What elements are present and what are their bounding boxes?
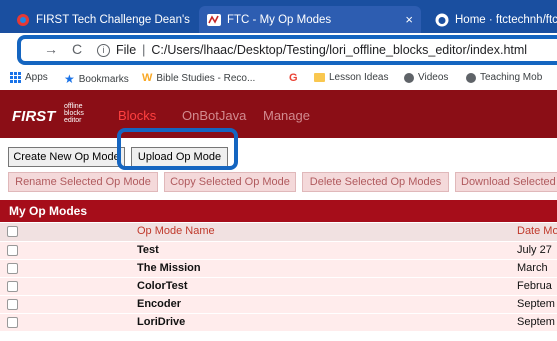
op-mode-name[interactable]: Test <box>137 244 159 256</box>
bookmark-label: Lesson Ideas <box>329 72 389 83</box>
logo-subtitle-line: blocks <box>64 110 84 117</box>
bookmark-label: Bookmarks <box>78 73 129 85</box>
bookmark-bookmarks[interactable]: ★ Bookmarks <box>64 72 129 86</box>
table-row[interactable]: The Mission March <box>0 259 557 277</box>
column-header-date[interactable]: Date Mo <box>517 225 557 237</box>
op-mode-date: Septem <box>517 316 555 328</box>
app-header: FIRST offline blocks editor Blocks OnBot… <box>0 90 557 138</box>
globe-icon <box>466 72 476 83</box>
nav-onbotjava[interactable]: OnBotJava <box>182 108 246 123</box>
select-all-checkbox[interactable] <box>7 226 18 237</box>
op-mode-name[interactable]: Encoder <box>137 298 181 310</box>
nav-blocks[interactable]: Blocks <box>118 108 156 123</box>
ftc-logo-icon <box>207 13 221 26</box>
bookmark-lesson-ideas[interactable]: Lesson Ideas <box>314 72 389 83</box>
rename-op-mode-button[interactable]: Rename Selected Op Mode <box>8 172 158 192</box>
table-header: Op Mode Name Date Mo <box>0 223 557 241</box>
tab-title: FTC - My Op Modes <box>227 13 332 26</box>
google-icon: G <box>289 72 298 84</box>
first-logo-icon <box>17 13 29 26</box>
address-highlight-box <box>17 35 557 65</box>
bookmark-label: Videos <box>418 72 449 83</box>
op-mode-name[interactable]: ColorTest <box>137 280 188 292</box>
bookmark-label: Teaching Mob <box>480 72 543 83</box>
download-selected-button[interactable]: Download Selected <box>455 172 557 192</box>
op-mode-name[interactable]: The Mission <box>137 262 201 274</box>
bookmark-label: Bible Studies - Reco... <box>156 72 256 84</box>
w-logo-icon: W <box>142 72 153 84</box>
tab-deans-list[interactable]: FIRST Tech Challenge Dean's List × <box>8 6 191 33</box>
row-checkbox[interactable] <box>7 245 18 256</box>
op-mode-date: March <box>517 262 548 274</box>
bookmark-apps[interactable]: Apps <box>10 72 48 83</box>
table-row[interactable]: Encoder Septem <box>0 295 557 313</box>
first-logo: FIRST <box>12 108 56 125</box>
apps-grid-icon <box>10 72 21 83</box>
globe-icon <box>404 72 414 83</box>
table-row[interactable]: Test July 27 <box>0 241 557 259</box>
op-mode-date: Februa <box>517 280 552 292</box>
bookmark-label: Apps <box>25 72 48 83</box>
bookmark-teaching[interactable]: Teaching Mob <box>466 72 542 83</box>
close-tab-icon[interactable]: × <box>405 12 413 27</box>
logo-subtitle-line: editor <box>64 117 82 124</box>
bookmark-bible-studies[interactable]: W Bible Studies - Reco... <box>142 72 255 84</box>
op-mode-name[interactable]: LoriDrive <box>137 316 185 328</box>
bookmark-videos[interactable]: Videos <box>404 72 448 83</box>
bookmark-google[interactable]: G <box>289 72 298 84</box>
row-checkbox[interactable] <box>7 317 18 328</box>
create-op-mode-button[interactable]: Create New Op Mode <box>8 147 125 167</box>
browser-tab-bar: FIRST Tech Challenge Dean's List × FTC -… <box>0 0 557 33</box>
delete-op-modes-button[interactable]: Delete Selected Op Modes <box>302 172 449 192</box>
star-icon: ★ <box>64 72 75 86</box>
folder-icon <box>314 73 325 82</box>
section-title: My Op Modes <box>0 200 557 222</box>
row-checkbox[interactable] <box>7 299 18 310</box>
github-icon <box>435 13 449 26</box>
op-mode-date: July 27 <box>517 244 552 256</box>
tab-my-op-modes[interactable]: FTC - My Op Modes × <box>199 6 421 33</box>
tab-github-home[interactable]: Home · ftctechnh/ftc_ap <box>427 6 557 33</box>
nav-manage[interactable]: Manage <box>263 108 310 123</box>
table-row[interactable]: ColorTest Februa <box>0 277 557 295</box>
copy-op-mode-button[interactable]: Copy Selected Op Mode <box>164 172 296 192</box>
logo-subtitle-line: offline <box>64 103 83 110</box>
upload-highlight-box <box>117 128 238 170</box>
row-checkbox[interactable] <box>7 281 18 292</box>
column-header-name[interactable]: Op Mode Name <box>137 225 215 237</box>
row-checkbox[interactable] <box>7 263 18 274</box>
logo-subtitle: offline blocks editor <box>64 103 84 124</box>
bookmarks-bar: Apps ★ Bookmarks W Bible Studies - Reco.… <box>0 66 557 91</box>
table-row[interactable]: LoriDrive Septem <box>0 313 557 331</box>
tab-title: Home · ftctechnh/ftc_ap <box>455 13 557 26</box>
tab-title: FIRST Tech Challenge Dean's List <box>36 13 191 26</box>
op-mode-date: Septem <box>517 298 555 310</box>
